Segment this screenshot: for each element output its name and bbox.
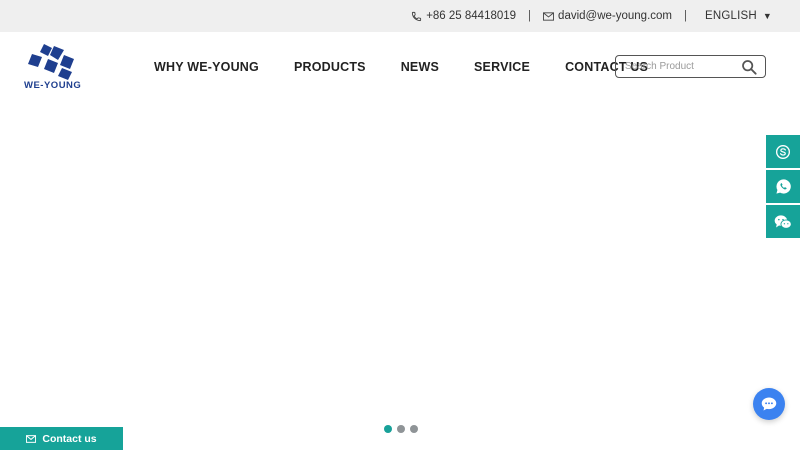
whatsapp-button[interactable] [766, 170, 800, 203]
slider-dot[interactable] [384, 425, 392, 433]
main-nav: WHY WE-YOUNG PRODUCTS NEWS SERVICE CONTA… [154, 32, 683, 102]
separator: | [528, 10, 532, 22]
mail-icon [26, 434, 37, 443]
nav-news[interactable]: NEWS [401, 60, 439, 74]
caret-down-icon: ▼ [762, 11, 772, 21]
live-chat-button[interactable] [753, 388, 785, 420]
skype-icon [776, 144, 790, 159]
email-link[interactable]: david@we-young.com [543, 10, 672, 22]
phone-icon [412, 11, 422, 21]
language-selector[interactable]: ENGLISH ▼ [705, 10, 772, 22]
hero-slider [0, 102, 800, 450]
whatsapp-icon [775, 179, 791, 194]
logo[interactable]: WE-YOUNG [22, 42, 86, 94]
nav-products[interactable]: PRODUCTS [294, 60, 366, 74]
search-icon[interactable] [741, 59, 757, 75]
logo-text: WE-YOUNG [24, 80, 82, 91]
slider-dot[interactable] [397, 425, 405, 433]
logo-mark-icon [28, 44, 74, 80]
phone-number: +86 25 84418019 [426, 10, 517, 22]
header: WE-YOUNG WHY WE-YOUNG PRODUCTS NEWS SERV… [0, 32, 800, 102]
wechat-icon [774, 214, 792, 229]
email-address: david@we-young.com [558, 10, 672, 22]
separator: | [684, 10, 687, 22]
slider-dot[interactable] [410, 425, 418, 433]
social-sidebar [766, 135, 800, 240]
phone-link[interactable]: +86 25 84418019 [411, 10, 516, 22]
contact-us-tab[interactable]: Contact us [0, 427, 123, 450]
page: +86 25 84418019 | david@we-young.com | E… [0, 0, 800, 450]
nav-service[interactable]: SERVICE [474, 60, 530, 74]
nav-why-we-young[interactable]: WHY WE-YOUNG [154, 60, 259, 74]
search-box [615, 55, 766, 78]
mail-icon [543, 11, 555, 21]
contact-us-label: Contact us [42, 432, 97, 445]
wechat-button[interactable] [766, 205, 800, 238]
top-bar: +86 25 84418019 | david@we-young.com | E… [0, 0, 800, 32]
language-label: ENGLISH [705, 10, 757, 22]
search-input[interactable] [625, 61, 737, 72]
skype-button[interactable] [766, 135, 800, 168]
slider-pagination [384, 425, 418, 433]
chat-bubble-icon [761, 397, 777, 411]
